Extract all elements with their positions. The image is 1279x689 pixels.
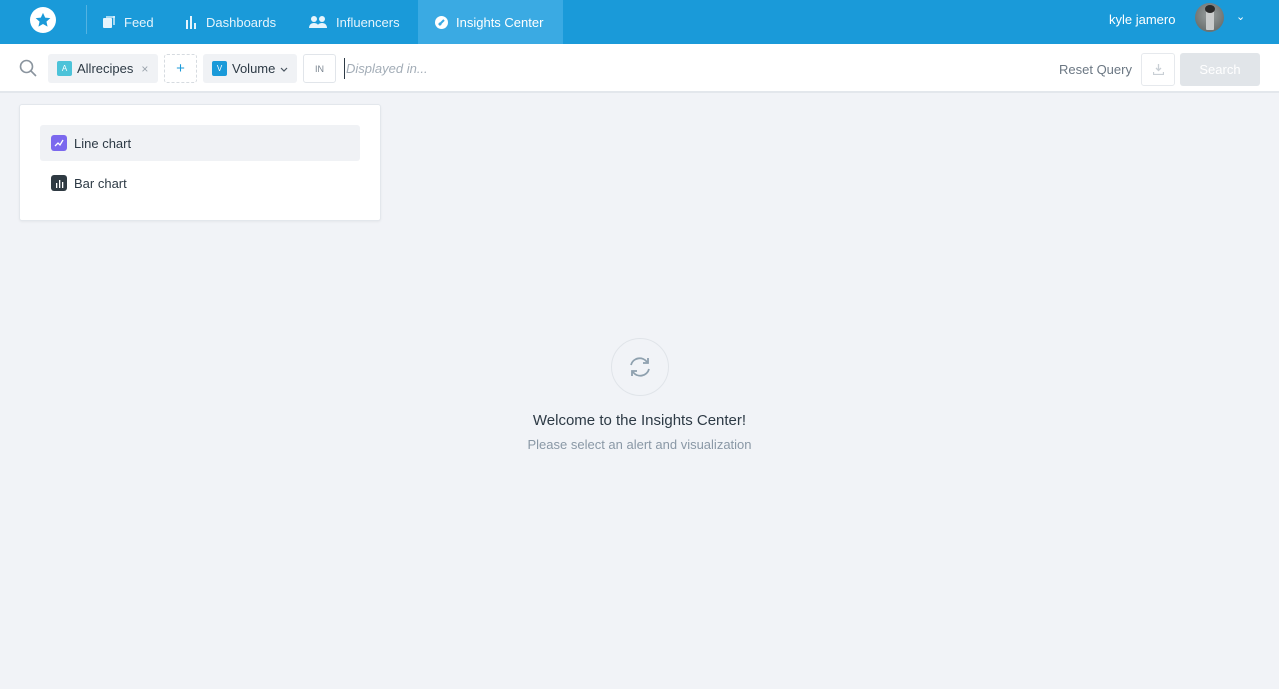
download-button[interactable]: [1141, 53, 1175, 86]
nav-label: Insights Center: [456, 14, 544, 30]
nav-label: Influencers: [336, 14, 400, 30]
nav-item-feed[interactable]: Feed: [86, 0, 170, 44]
metric-dropdown[interactable]: V Volume: [203, 54, 297, 83]
chevron-down-icon: [280, 64, 288, 74]
in-label: IN: [303, 54, 336, 83]
bar-chart-icon: [51, 175, 67, 191]
nav-item-dashboards[interactable]: Dashboards: [168, 0, 292, 44]
feed-icon: [102, 15, 116, 29]
metric-label: Volume: [232, 61, 276, 76]
viz-option-line-chart[interactable]: Line chart: [40, 125, 360, 161]
reset-query-link[interactable]: Reset Query: [1059, 62, 1132, 77]
gauge-icon: [434, 15, 448, 29]
nav-label: Dashboards: [206, 14, 277, 30]
viz-option-bar-chart[interactable]: Bar chart: [40, 165, 360, 201]
users-icon: [308, 15, 328, 29]
alert-badge: A: [57, 61, 72, 76]
displayed-in-input[interactable]: [344, 58, 944, 79]
add-alert-button[interactable]: +: [164, 54, 197, 83]
bar-chart-icon: [184, 15, 198, 29]
alert-chip[interactable]: A Allrecipes ×: [48, 54, 158, 83]
refresh-icon: [611, 338, 669, 396]
nav-label: Feed: [124, 14, 154, 30]
download-icon: [1152, 64, 1164, 75]
empty-state-title: Welcome to the Insights Center!: [532, 412, 747, 429]
top-navigation: Feed Dashboards Influencers Insights Cen…: [0, 0, 1279, 44]
nav-item-insights-center[interactable]: Insights Center: [418, 0, 563, 44]
viz-option-label: Bar chart: [74, 175, 127, 191]
query-bar: A Allrecipes × + V Volume IN Reset Query…: [0, 44, 1279, 93]
metric-badge: V: [212, 61, 227, 76]
line-chart-icon: [51, 135, 67, 151]
empty-state-subtitle: Please select an alert and visualization: [527, 437, 752, 452]
user-name[interactable]: kyle jamero: [1109, 12, 1175, 27]
search-button[interactable]: Search: [1180, 53, 1260, 86]
alert-chip-label: Allrecipes: [77, 61, 134, 76]
star-logo-icon[interactable]: [30, 7, 56, 33]
chevron-down-icon[interactable]: ⌄: [1236, 10, 1245, 23]
viz-option-label: Line chart: [74, 135, 132, 151]
search-icon[interactable]: [19, 59, 37, 77]
visualization-menu: Line chart Bar chart: [19, 104, 381, 221]
nav-item-influencers[interactable]: Influencers: [292, 0, 416, 44]
user-avatar[interactable]: [1195, 3, 1224, 32]
close-icon[interactable]: ×: [141, 62, 148, 76]
